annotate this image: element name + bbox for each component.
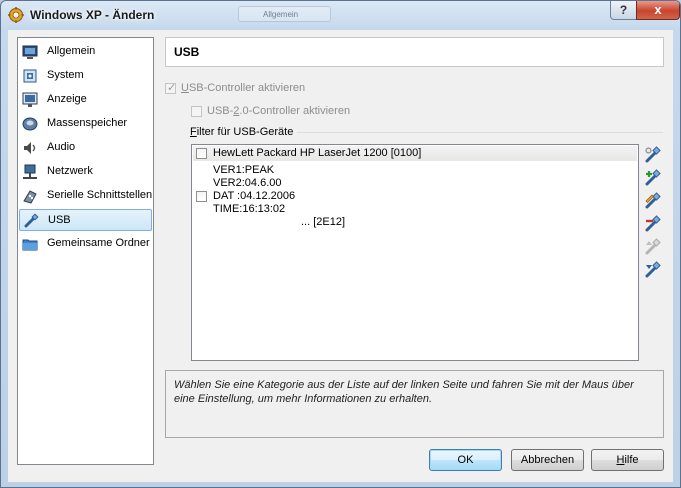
sidebar-item-label: Netzwerk xyxy=(47,165,93,177)
usb-filter-add-icon[interactable] xyxy=(644,169,662,187)
sidebar-item-massenspeicher[interactable]: Massenspeicher xyxy=(19,113,152,135)
gear-icon xyxy=(8,7,24,23)
chip-icon xyxy=(23,69,37,83)
sidebar-item-label: System xyxy=(47,69,84,81)
sidebar-item-label: Massenspeicher xyxy=(47,117,128,129)
help-button[interactable]: Hilfe xyxy=(591,449,664,471)
title-bar[interactable]: Windows XP - Ändern Allgemein ? x xyxy=(1,1,680,30)
sidebar-item-label: Anzeige xyxy=(47,93,87,105)
usb-filter-checkbox[interactable] xyxy=(196,148,207,159)
dialog-window: Windows XP - Ändern Allgemein ? x Allgem… xyxy=(0,0,681,488)
network-icon xyxy=(23,164,37,179)
list-item[interactable]: HewLett Packard HP LaserJet 1200 [0100] xyxy=(193,146,637,161)
usb-filter-up-icon[interactable] xyxy=(644,238,662,256)
more-line: ... [2E12] xyxy=(301,216,346,228)
sidebar-item-anzeige[interactable]: Anzeige xyxy=(19,89,152,111)
dialog-client: Allgemein System Anzeige Massenspeicher … xyxy=(8,30,673,482)
cancel-button[interactable]: Abbrechen xyxy=(511,449,584,471)
monitor-icon xyxy=(22,45,38,59)
category-list[interactable]: Allgemein System Anzeige Massenspeicher … xyxy=(17,37,154,465)
sidebar-item-label: Allgemein xyxy=(47,45,96,57)
usb-filter-remove-icon[interactable] xyxy=(644,215,662,233)
window-title: Windows XP - Ändern xyxy=(30,8,155,22)
sidebar-item-label: USB xyxy=(48,214,71,226)
close-button[interactable]: x xyxy=(636,1,680,20)
usb-device-name: HewLett Packard HP LaserJet 1200 [0100] xyxy=(213,147,422,159)
usb-filter-list[interactable]: HewLett Packard HP LaserJet 1200 [0100] … xyxy=(191,144,639,361)
background-window-tab: Allgemein xyxy=(238,6,331,22)
group-separator xyxy=(297,132,663,133)
date-checkbox[interactable] xyxy=(196,191,207,202)
page-header: USB xyxy=(165,37,664,67)
date-line: DAT :04.12.2006 xyxy=(213,190,296,202)
sidebar-item-label: Gemeinsame Ordner xyxy=(47,237,150,249)
checkmark-icon: ✓ xyxy=(167,82,177,94)
usb-filter-down-icon[interactable] xyxy=(644,261,662,279)
display-icon xyxy=(22,92,38,107)
info-panel: Wählen Sie eine Kategorie aus der Liste … xyxy=(165,370,664,438)
usb2-controller-label: USB-2.0-Controller aktivieren xyxy=(207,105,351,117)
page-title: USB xyxy=(174,45,200,59)
sidebar-item-label: Serielle Schnittstellen xyxy=(47,189,153,201)
sidebar-item-serielle-schnittstellen[interactable]: Serielle Schnittstellen xyxy=(19,185,152,207)
usb-controller-label: USB-Controller aktivieren xyxy=(181,82,306,94)
filter-group-label: Filter für USB-Geräte xyxy=(190,126,294,138)
disk-icon xyxy=(22,117,38,131)
time-line: TIME:16:13:02 xyxy=(213,203,286,215)
sidebar-item-netzwerk[interactable]: Netzwerk xyxy=(19,161,152,183)
sidebar-item-gemeinsame-ordner[interactable]: Gemeinsame Ordner xyxy=(19,233,152,255)
help-title-button[interactable]: ? xyxy=(610,1,637,20)
usb2-controller-checkbox[interactable] xyxy=(191,106,202,117)
serial-port-icon xyxy=(23,190,37,204)
usb-controller-checkbox[interactable]: ✓ xyxy=(165,82,177,94)
sidebar-item-audio[interactable]: Audio xyxy=(19,137,152,159)
sidebar-item-usb[interactable]: USB xyxy=(19,209,152,231)
detail-line: VER1:PEAK xyxy=(213,164,275,176)
usb-filter-new-icon[interactable] xyxy=(644,146,662,164)
sidebar-item-system[interactable]: System xyxy=(19,65,152,87)
sidebar-item-allgemein[interactable]: Allgemein xyxy=(19,41,152,63)
ok-button[interactable]: OK xyxy=(429,449,502,471)
speaker-icon xyxy=(24,142,36,154)
folder-icon xyxy=(22,239,38,251)
usb-icon xyxy=(24,213,39,228)
detail-line: VER2:04.6.00 xyxy=(213,177,282,189)
sidebar-item-label: Audio xyxy=(47,141,76,153)
usb-filter-edit-icon[interactable] xyxy=(644,192,662,210)
